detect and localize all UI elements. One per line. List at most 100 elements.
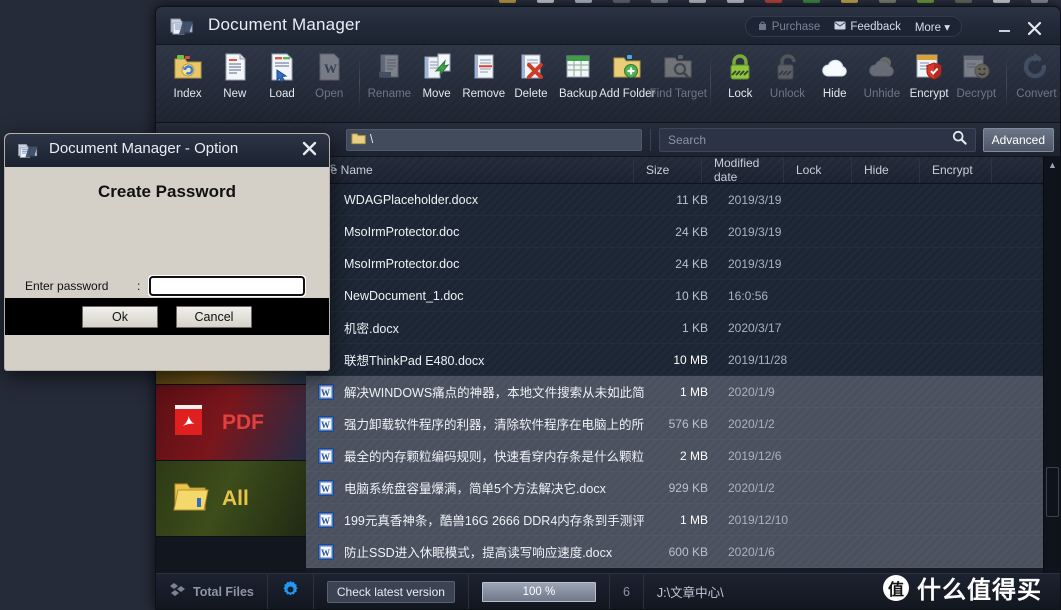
toolbar-button-lock[interactable]: Lock [717,45,764,119]
search-placeholder: Search [668,133,952,147]
total-files-cell[interactable]: Total Files [156,574,268,610]
check-latest-version-button[interactable]: Check latest version [327,581,455,603]
addressbar-divider [650,129,651,151]
file-date-cell: 2019/3/19 [712,225,822,239]
toolbar-label: Backup [559,88,597,100]
file-name-cell: 最全的内存颗粒编码规则，快速看穿内存条是什么颗粒… [344,446,644,465]
progress-label: 100 % [523,586,556,598]
smiley-decrypt-icon [960,51,992,83]
toolbar-button-load[interactable]: Load [258,45,305,119]
folder-document-icon [17,141,39,160]
progress-bar: 100 % [482,582,596,602]
table-row[interactable]: W强力卸载软件程序的利器，清除软件程序在电脑上的所…576 KB2020/1/2 [306,408,1060,440]
svg-text:W: W [324,61,337,76]
svg-text:W: W [321,420,330,430]
table-row[interactable]: W防止SSD进入休眠模式，提高读写响应速度.docx600 KB2020/1/6 [306,536,1060,568]
close-button[interactable] [1024,21,1044,39]
dialog-close-button[interactable] [302,141,317,160]
column-header-lock[interactable]: Lock [784,157,852,183]
column-header-filename[interactable]: File Name [306,157,634,183]
dialog-body: Create Password Enter password : Re-ente… [5,167,329,335]
open-word-icon: W [313,51,345,83]
toolbar-label: Unhide [864,88,900,100]
toolbar-button-remove[interactable]: Remove [460,45,507,119]
file-name-cell: WDAGPlaceholder.docx [344,193,644,207]
toolbar-label: Unlock [770,88,805,100]
word-file-icon: W [318,480,334,496]
progress-cell: 100 % [469,574,610,610]
window-title: Document Manager [208,15,361,35]
toolbar-label: Find Target [650,88,707,100]
file-name-cell: 机密.docx [344,318,644,337]
gear-icon[interactable] [281,580,300,604]
toolbar-button-hide[interactable]: Hide [811,45,858,119]
table-row[interactable]: 联想ThinkPad E480.docx10 MB2019/11/28 [306,344,1060,376]
table-row[interactable]: 机密.docx1 KB2020/3/17 [306,312,1060,344]
toolbar-label: Move [422,88,450,100]
table-row[interactable]: W电脑系统盘容量爆满，简单5个方法解决它.docx929 KB2020/1/2 [306,472,1060,504]
toolbar-button-unhide[interactable]: Unhide [858,45,905,119]
file-size-cell: 600 KB [644,545,712,559]
toolbar-button-unlock[interactable]: Unlock [764,45,811,119]
enter-password-input[interactable] [149,276,305,296]
file-date-cell: 2019/3/19 [712,193,822,207]
toolbar-button-find-target[interactable]: Find Target [653,45,704,119]
magnifier-icon[interactable] [952,130,967,150]
advanced-button[interactable]: Advanced [983,128,1054,152]
column-header-size[interactable]: Size [634,157,702,183]
cancel-button[interactable]: Cancel [176,306,252,328]
toolbar-button-convert[interactable]: Convert [1013,45,1060,119]
toolbar-button-open[interactable]: W Open [306,45,353,119]
sidebar-tile-all[interactable]: All [156,461,306,537]
toolbar-button-index[interactable]: Index [164,45,211,119]
toolbar-button-move[interactable]: Move [413,45,460,119]
scroll-up-icon[interactable]: ▲ [1046,159,1059,172]
svg-text:W: W [321,484,330,494]
window-titlebar: Document Manager Purchase Feedback More … [156,7,1060,45]
path-input[interactable]: \ [346,129,642,151]
bg-icon [689,0,706,3]
toolbar-button-add-folder[interactable]: Add Folder [602,45,653,119]
search-input[interactable]: Search [659,128,976,152]
table-row[interactable]: WDAGPlaceholder.docx11 KB2019/3/19 [306,184,1060,216]
table-row[interactable]: NewDocument_1.doc10 KB16:0:56 [306,280,1060,312]
shield-encrypt-icon [913,51,945,83]
bg-icon [765,0,782,3]
table-row[interactable]: W199元真香神条，酷兽16G 2666 DDR4内存条到手测评…1 MB201… [306,504,1060,536]
enter-password-label: Enter password [25,279,137,293]
toolbar-button-backup[interactable]: Backup [555,45,602,119]
column-header-modified-date[interactable]: Modified date [702,157,784,183]
table-row[interactable]: W最全的内存颗粒编码规则，快速看穿内存条是什么颗粒…2 MB2019/12/6 [306,440,1060,472]
table-row[interactable]: MsoIrmProtector.doc24 KB2019/3/19 [306,248,1060,280]
toolbar-button-delete[interactable]: Delete [507,45,554,119]
ok-button[interactable]: Ok [82,306,158,328]
file-name-cell: 解决WINDOWS痛点的神器，本地文件搜索从未如此简… [344,382,644,401]
table-row[interactable]: W解决WINDOWS痛点的神器，本地文件搜索从未如此简…1 MB2020/1/9 [306,376,1060,408]
folder-document-icon [170,15,194,37]
file-size-cell: 2 MB [644,449,712,463]
bg-icon [955,0,972,3]
file-count: 6 [623,585,630,599]
purchase-button[interactable]: Purchase [757,20,821,34]
more-label: More ▾ [915,20,950,34]
file-list-scrollbar[interactable]: ▲ ▼ [1043,157,1060,610]
watermark-badge: 值 [883,575,909,601]
column-header-hide[interactable]: Hide [852,157,920,183]
file-list-rows: WDAGPlaceholder.docx11 KB2019/3/19MsoIrm… [306,184,1060,610]
folder-refresh-icon [172,51,204,83]
column-header-encrypt[interactable]: Encrypt [920,157,992,183]
status-bar: Total Files Check latest version 100 % [156,573,1061,609]
feedback-button[interactable]: Feedback [834,21,901,33]
sidebar-tile-pdf[interactable]: PDF [156,385,306,461]
table-row[interactable]: MsoIrmProtector.doc24 KB2019/3/19 [306,216,1060,248]
toolbar-button-encrypt[interactable]: Encrypt [905,45,952,119]
settings-cell[interactable] [268,574,314,610]
more-menu-button[interactable]: More ▾ [915,20,950,34]
minimize-button[interactable] [994,21,1014,39]
toolbar-button-new[interactable]: New [211,45,258,119]
toolbar-button-rename[interactable]: Rename [366,45,413,119]
scrollbar-thumb[interactable] [1046,467,1059,517]
background-toolbar-icons [499,0,1061,3]
toolbar-label: Remove [462,88,505,100]
toolbar-button-decrypt[interactable]: Decrypt [953,45,1000,119]
